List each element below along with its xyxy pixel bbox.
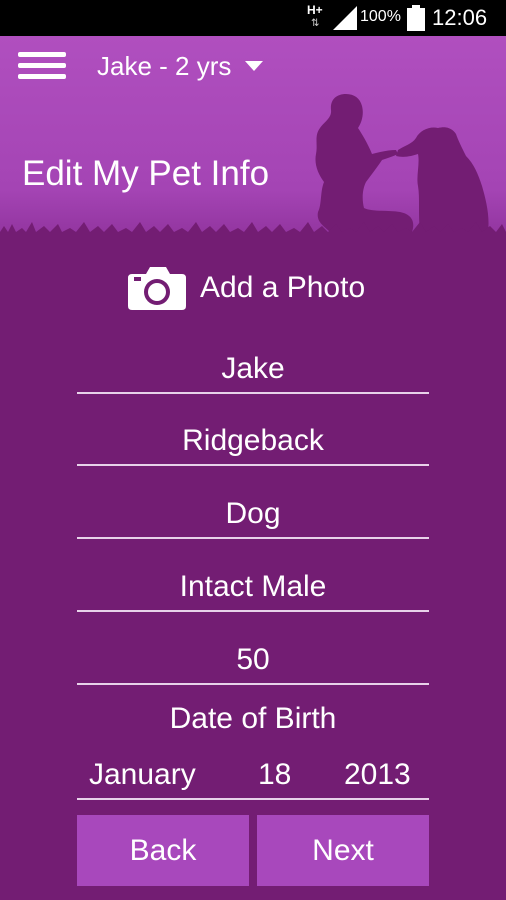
sex-field[interactable]: Intact Male [77,564,429,612]
status-bar: H+ ⇅ 100% 12:06 [0,0,506,36]
camera-icon [128,267,186,310]
dob-month[interactable]: January [89,758,196,792]
battery-percent: 100% [360,8,401,25]
chevron-down-icon [245,61,264,71]
clock: 12:06 [432,5,488,30]
pet-selector-dropdown[interactable]: Jake - 2 yrs [97,48,264,84]
breed-field[interactable]: Ridgeback [77,418,429,466]
back-button[interactable]: Back [77,815,249,886]
date-of-birth-picker: January 18 2013 [77,752,429,800]
dob-day[interactable]: 18 [258,758,291,792]
header-banner: Jake - 2 yrs Edit My Pet Info [0,36,506,256]
network-activity-icon: ⇅ [311,18,320,29]
network-type: H+ [307,3,323,17]
dob-year[interactable]: 2013 [344,758,411,792]
weight-field[interactable]: 50 [77,637,429,685]
pet-name-field[interactable]: Jake [77,346,429,394]
add-photo-button[interactable]: Add a Photo [128,266,365,310]
page-title: Edit My Pet Info [22,154,270,193]
pet-selector-label: Jake - 2 yrs [97,50,232,81]
signal-icon [333,6,357,30]
species-field[interactable]: Dog [77,491,429,539]
battery-icon [407,5,425,31]
add-photo-label: Add a Photo [200,271,366,304]
hamburger-menu-icon[interactable] [18,52,66,80]
date-of-birth-label: Date of Birth [169,702,337,735]
next-button[interactable]: Next [257,815,429,886]
